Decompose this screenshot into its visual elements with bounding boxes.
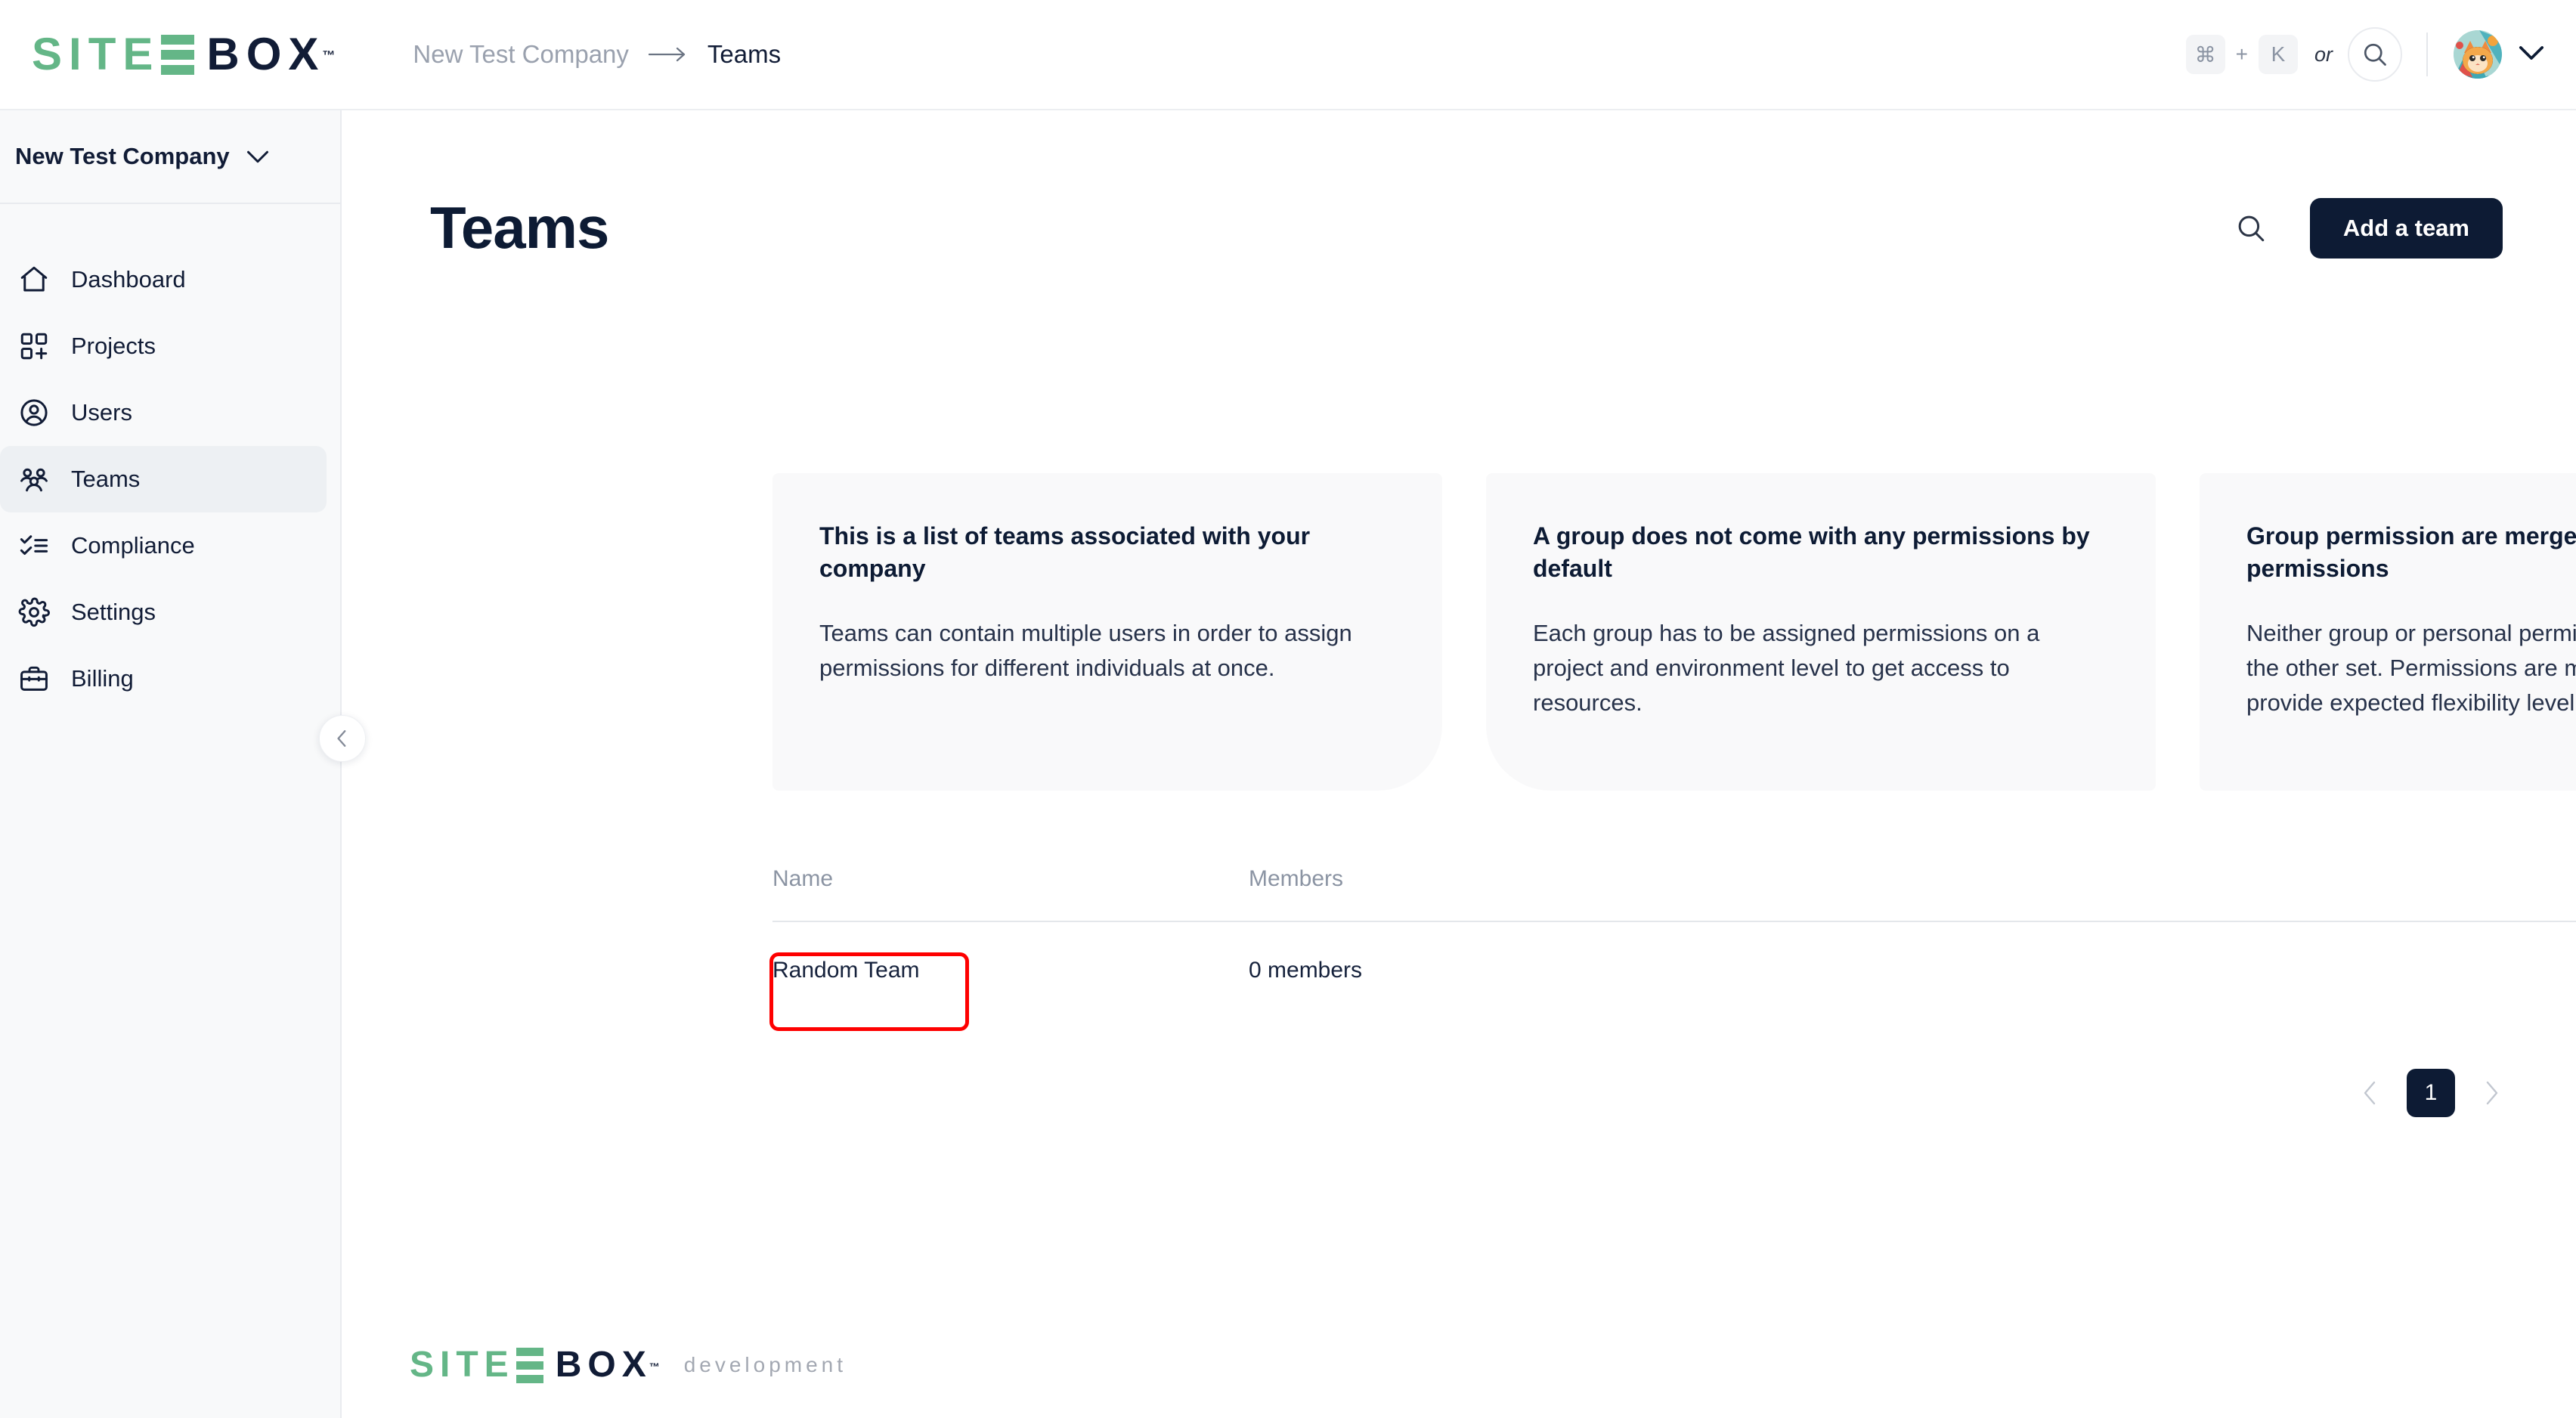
avatar[interactable] <box>2454 30 2502 79</box>
sidebar-item-dashboard[interactable]: Dashboard <box>0 246 327 313</box>
user-circle-icon <box>17 395 51 430</box>
sidebar-item-label: Compliance <box>71 532 195 559</box>
sidebar-item-users[interactable]: Users <box>0 379 327 446</box>
column-header-members: Members <box>1249 866 1344 891</box>
trademark-symbol: ™ <box>322 48 336 63</box>
teams-search-button[interactable] <box>2235 212 2267 244</box>
logo-text-box: BOX <box>206 29 326 79</box>
footer-logo-text-site: SITE <box>410 1345 515 1385</box>
logo-e-bars-icon <box>161 34 195 75</box>
checklist-icon <box>17 528 51 563</box>
breadcrumb-arrow-icon <box>648 46 688 63</box>
users-group-icon <box>17 462 51 497</box>
add-team-button[interactable]: Add a team <box>2309 197 2503 259</box>
grid-plus-icon <box>17 329 51 364</box>
info-card-body: Neither group or personal permissions do… <box>2246 620 2576 716</box>
logo-text-site: SITE <box>32 29 160 79</box>
footer: SITE BOX ™ development <box>410 1347 847 1383</box>
user-menu-chevron-down-icon[interactable] <box>2519 45 2544 65</box>
sidebar-collapse-button[interactable] <box>319 715 366 762</box>
sidebar-item-label: Settings <box>71 599 156 625</box>
pagination-page-1[interactable]: 1 <box>2407 1069 2455 1117</box>
info-card-body: Each group has to be assigned permission… <box>1533 620 2040 716</box>
global-search-button[interactable] <box>2348 27 2402 82</box>
top-bar-actions: ⌘ + K or <box>2185 27 2544 82</box>
cell-team-name: Random Team <box>772 958 920 983</box>
chevron-left-icon <box>337 730 346 747</box>
footer-logo-text-box: BOX <box>555 1345 652 1385</box>
info-card: This is a list of teams associated with … <box>772 473 1442 791</box>
shortcut-or-label: or <box>2314 42 2333 66</box>
company-switcher-label: New Test Company <box>15 143 230 169</box>
sidebar-item-teams[interactable]: Teams <box>0 446 327 512</box>
search-icon <box>2364 43 2386 66</box>
info-card-body: Teams can contain multiple users in orde… <box>819 620 1352 681</box>
info-card-title: Group permission are merged with persona… <box>2246 522 2576 582</box>
table-row[interactable]: Random Team 0 members <box>772 921 2576 1019</box>
sidebar-item-settings[interactable]: Settings <box>0 579 327 646</box>
cmd-key-badge: ⌘ <box>2185 35 2225 74</box>
breadcrumb-current: Teams <box>707 40 782 68</box>
pagination-next-button[interactable] <box>2475 1070 2508 1116</box>
sidebar-item-label: Billing <box>71 665 134 692</box>
info-card-title: A group does not come with any permissio… <box>1533 522 2090 582</box>
footer-logo-e-bars-icon <box>516 1347 543 1383</box>
search-icon <box>2238 215 2265 241</box>
sidebar-item-label: Users <box>71 399 132 426</box>
sidebar: New Test Company Dashboard Projects User… <box>0 110 342 1418</box>
pagination: 1 <box>2354 1069 2508 1117</box>
table-header-row: Name Members <box>772 866 2576 921</box>
sidebar-item-billing[interactable]: Billing <box>0 646 327 712</box>
cell-member-count: 0 members <box>1249 958 1363 983</box>
sidebar-item-compliance[interactable]: Compliance <box>0 512 327 579</box>
k-key-badge: K <box>2258 35 2298 74</box>
footer-trademark-symbol: ™ <box>649 1361 660 1373</box>
pagination-prev-button[interactable] <box>2354 1070 2387 1116</box>
briefcase-icon <box>17 661 51 696</box>
company-switcher[interactable]: New Test Company <box>0 110 340 204</box>
sidebar-item-label: Projects <box>71 333 156 359</box>
info-cards: This is a list of teams associated with … <box>772 473 2576 791</box>
main-content: Teams Add a team This is a list of teams… <box>342 110 2576 1418</box>
sidebar-item-label: Dashboard <box>71 266 186 293</box>
top-bar-divider <box>2426 33 2428 76</box>
sidebar-item-label: Teams <box>71 466 141 492</box>
footer-logo: SITE BOX ™ <box>410 1347 660 1383</box>
app-logo[interactable]: SITE BOX ™ <box>32 32 335 77</box>
page-title: Teams <box>430 194 609 261</box>
sidebar-item-projects[interactable]: Projects <box>0 313 327 379</box>
gear-icon <box>17 595 51 630</box>
sidebar-nav: Dashboard Projects Users Teams Complianc <box>0 204 340 712</box>
breadcrumb-company[interactable]: New Test Company <box>413 40 629 69</box>
info-card-title: This is a list of teams associated with … <box>819 522 1311 582</box>
shortcut-plus: + <box>2235 42 2248 66</box>
company-switcher-chevron-down-icon <box>246 150 269 164</box>
page-header-actions: Add a team <box>2235 197 2503 259</box>
top-bar: SITE BOX ™ New Test Company Teams ⌘ + K … <box>0 0 2576 110</box>
column-header-name: Name <box>772 866 834 891</box>
teams-table: Name Members Random Team 0 members <box>772 866 2576 1019</box>
page-header: Teams Add a team <box>430 194 2503 262</box>
info-card: A group does not come with any permissio… <box>1486 473 2156 791</box>
info-card: Group permission are merged with persona… <box>2200 473 2576 791</box>
home-icon <box>17 262 51 297</box>
footer-environment-label: development <box>683 1353 847 1376</box>
breadcrumb: New Test Company Teams <box>413 40 781 69</box>
